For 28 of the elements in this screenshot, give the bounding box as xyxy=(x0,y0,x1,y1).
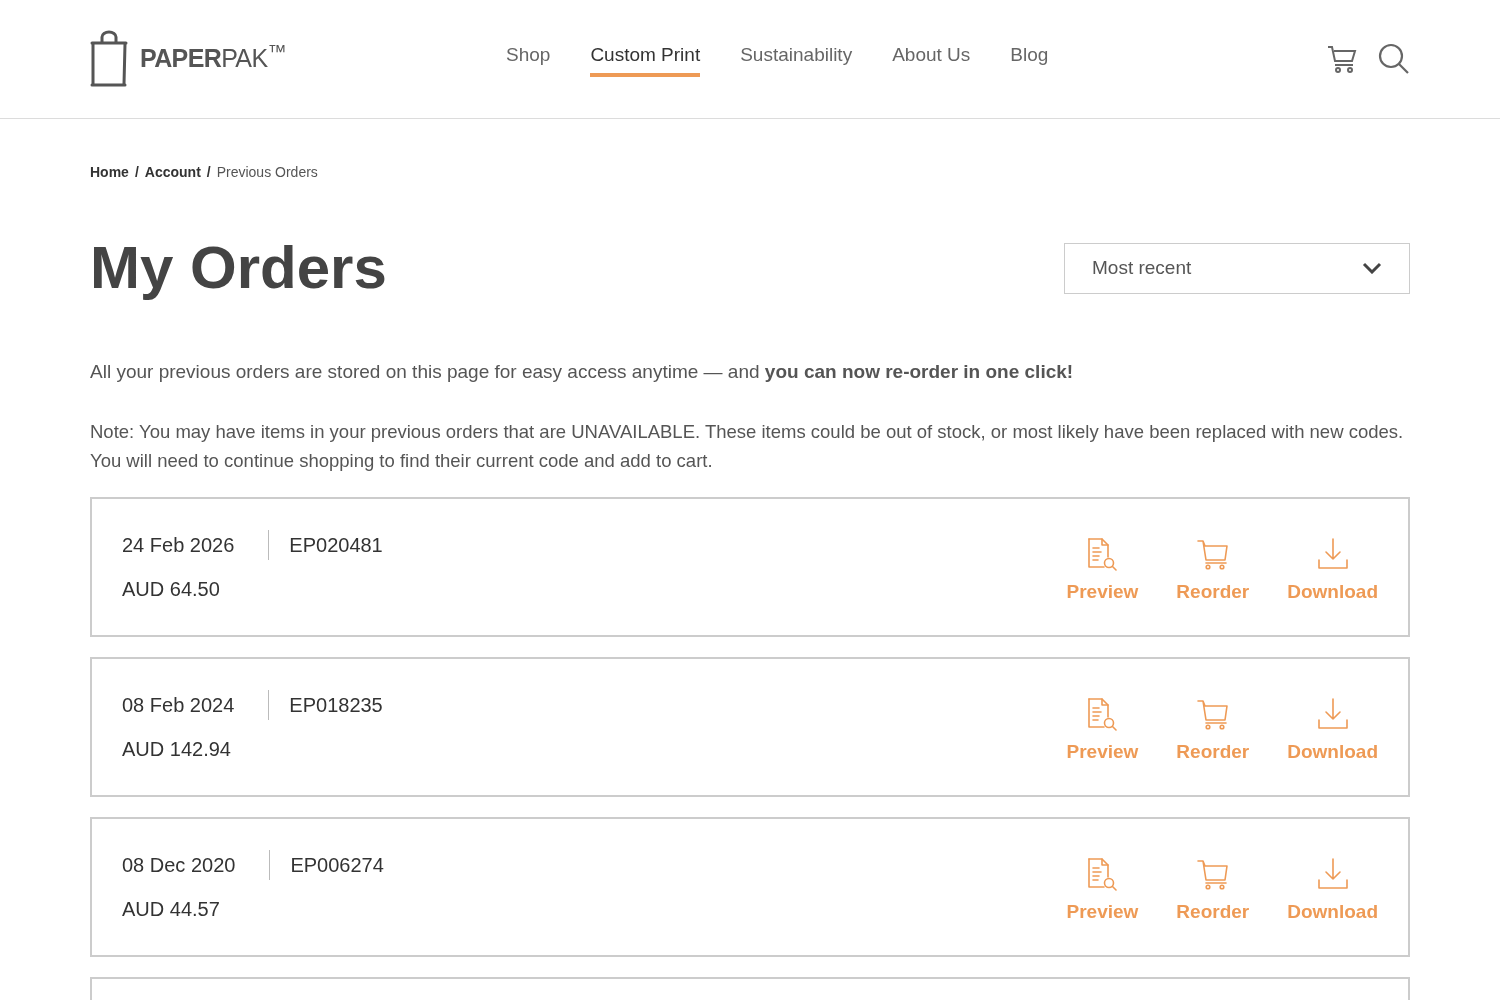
order-number: EP006274 xyxy=(289,852,384,878)
sort-dropdown[interactable]: Most recent xyxy=(1064,242,1410,294)
order-date: 24 Feb 2026 xyxy=(122,529,270,560)
nav-link[interactable]: Sustainability xyxy=(740,40,853,78)
order-number: EP018235 xyxy=(288,692,383,718)
breadcrumb-link[interactable]: Account xyxy=(144,162,201,183)
order-date: 08 Feb 2024 xyxy=(122,689,270,720)
chevron-down-icon xyxy=(1362,262,1382,274)
breadcrumb-separator: / xyxy=(206,163,211,182)
nav-link[interactable]: Custom Print xyxy=(590,40,701,78)
order-total: AUD 142.94 xyxy=(122,736,232,762)
breadcrumb-link[interactable]: Home xyxy=(90,162,129,183)
nav-link[interactable]: About Us xyxy=(892,40,971,78)
cart-icon[interactable] xyxy=(1326,43,1358,75)
bag-logo-icon xyxy=(90,30,128,88)
order-total: AUD 44.57 xyxy=(122,896,221,922)
order-total: AUD 64.50 xyxy=(122,576,221,602)
note-text: Note: You may have items in your previous orders that are UNAVAILABLE. These items could be out of stock, or most likely have been replaced with new codes. You will need to continue shopping to find their current code and add to cart. xyxy=(90,419,1405,473)
search-icon[interactable] xyxy=(1378,43,1410,75)
intro-text: All your previous orders are stored on this page for easy access anytime — and you can now re-order in one click! xyxy=(90,360,1075,384)
nav-link[interactable]: Blog xyxy=(1010,40,1049,78)
nav-link[interactable]: Shop xyxy=(506,40,551,78)
breadcrumb-link[interactable]: Previous Orders xyxy=(216,162,318,183)
breadcrumb-separator: / xyxy=(134,163,139,182)
order-number: EP020481 xyxy=(288,532,383,558)
brand-name: PAPERPAK$^{™}$ xyxy=(140,40,286,75)
page-title: My Orders xyxy=(90,233,387,303)
order-date: 08 Dec 2020 xyxy=(122,849,271,880)
